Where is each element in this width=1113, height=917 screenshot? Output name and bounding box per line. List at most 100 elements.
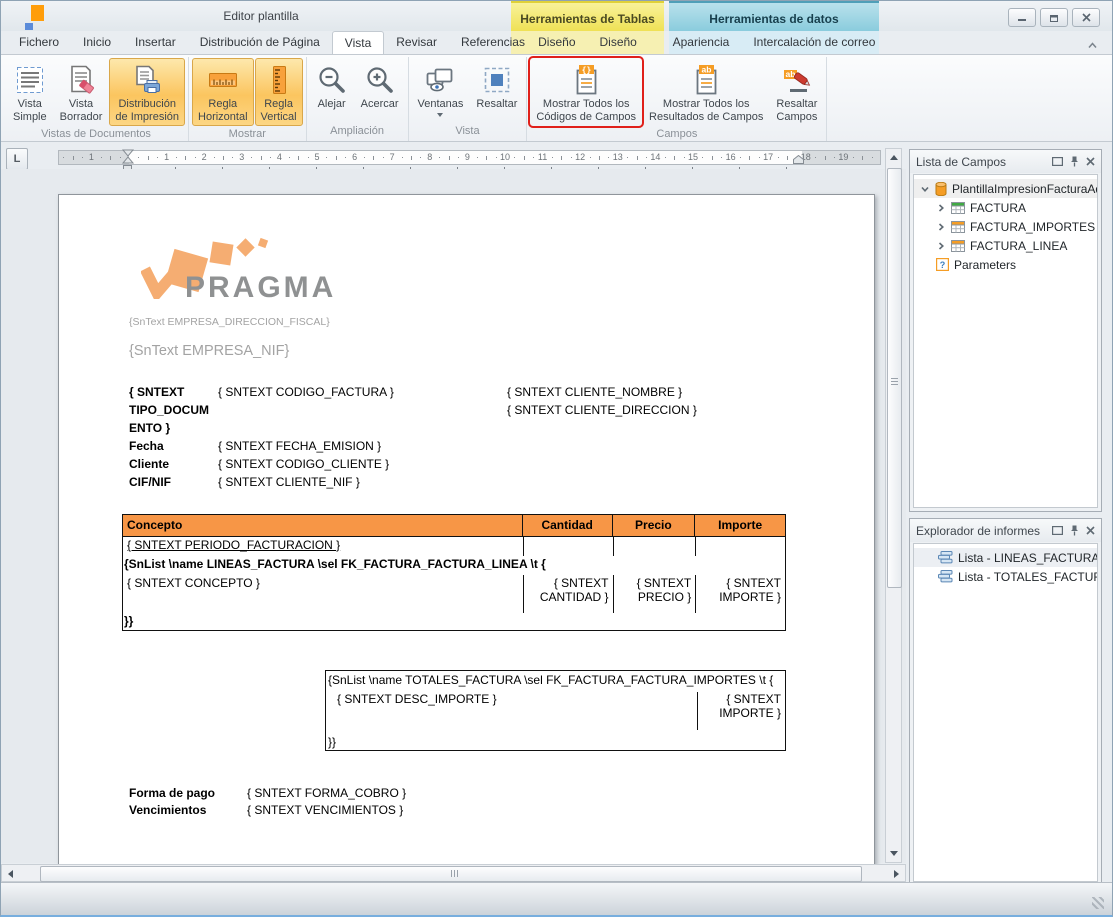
field-code-cantidad[interactable]: { SNTEXT CANTIDAD } [522, 575, 613, 613]
payment-block[interactable]: Forma de pago { SNTEXT FORMA_COBRO } Venci… [129, 785, 406, 819]
tree-item-root[interactable]: PlantillaImpresionFacturaAd... [914, 179, 1097, 198]
field-code-periodo[interactable]: { SNTEXT PERIODO_FACTURACION } [123, 537, 523, 556]
simple-view-icon [14, 62, 46, 97]
ribbon-button-regla-vertical[interactable]: Regla Vertical [254, 58, 303, 126]
field-code[interactable]: { SNTEXT CODIGO_FACTURA } [218, 383, 394, 401]
ribbon-button-resaltar-campos[interactable]: ab Resaltar Campos [770, 58, 823, 126]
field-code[interactable]: { SNTEXT CODIGO_CLIENTE } [218, 455, 394, 473]
tab-distribucion-de-pagina[interactable]: Distribución de Página [188, 31, 332, 54]
ribbon-button-distribucion-de-impresion[interactable]: Distribución de Impresión [109, 58, 186, 126]
field-code-precio[interactable]: { SNTEXT PRECIO } [612, 575, 696, 613]
tree-item-parameters[interactable]: ? Parameters [914, 255, 1097, 274]
ribbon-button-acercar[interactable]: Acercar [355, 58, 405, 120]
field-code-empresa-nif[interactable]: {SnText EMPRESA_NIF} [129, 343, 289, 359]
document-page[interactable]: PRAGMA {SnText EMPRESA_DIRECCION_FISCAL}… [58, 194, 875, 876]
scroll-up-arrow[interactable] [890, 155, 898, 160]
field-block-label[interactable]: CIF/NIF [129, 473, 209, 491]
tree-item-label: FACTURA_LINEA [970, 238, 1068, 253]
vertical-ruler-icon [263, 62, 295, 97]
ribbon-button-mostrar-todos-los-resultados-de-campos[interactable]: ab Mostrar Todos los Resultados de Campos [643, 58, 769, 126]
tab-insertar[interactable]: Insertar [123, 31, 188, 54]
ribbon-button-label: Vista Borrador [59, 98, 103, 123]
field-code[interactable]: { SNTEXT CLIENTE_NIF } [218, 473, 394, 491]
chevron-right-icon[interactable] [936, 203, 946, 213]
tab-diseno[interactable]: Diseño [588, 31, 649, 54]
tree-item-factura[interactable]: FACTURA [914, 198, 1097, 217]
field-code[interactable]: { SNTEXT CLIENTE_NOMBRE } [507, 383, 697, 401]
tab-revisar[interactable]: Revisar [384, 31, 449, 54]
tab-vista[interactable]: Vista [331, 31, 385, 54]
close-button[interactable] [1072, 8, 1100, 27]
field-code-concepto[interactable]: { SNTEXT CONCEPTO } [123, 575, 523, 613]
field-code-totales-open[interactable]: {SnList \name TOTALES_FACTURA \sel FK_FA… [326, 671, 785, 687]
resize-grip[interactable] [1092, 897, 1104, 909]
report-item-lista-totales-factura[interactable]: Lista - TOTALES_FACTURA [914, 567, 1097, 586]
field-block-client[interactable]: { SNTEXT CLIENTE_NOMBRE }{ SNTEXT CLIENT… [507, 383, 697, 419]
ribbon-button-regla-horizontal[interactable]: Regla Horizontal [192, 58, 254, 126]
right-indent-marker[interactable] [792, 155, 805, 165]
ribbon-button-resaltar[interactable]: Resaltar [470, 58, 523, 120]
field-code[interactable]: { SNTEXT VENCIMIENTOS } [247, 803, 403, 817]
field-code-desc-importe[interactable]: { SNTEXT DESC_IMPORTE } [337, 692, 497, 706]
report-item-lista-lineas-factura[interactable]: Lista - LINEAS_FACTURA [914, 548, 1097, 567]
pin-panel-button[interactable] [1070, 156, 1079, 167]
field-block-label[interactable]: ENTO } [129, 419, 209, 437]
ribbon-button-vista-borrador[interactable]: Vista Borrador [54, 58, 109, 126]
field-code-importe[interactable]: { SNTEXT IMPORTE } [695, 575, 785, 613]
tab-fichero[interactable]: Fichero [7, 31, 71, 54]
field-block-label[interactable]: TIPO_DOCUM [129, 401, 209, 419]
tab-inicio[interactable]: Inicio [71, 31, 123, 54]
ruler-tick [288, 157, 290, 158]
field-code-snlist-open[interactable]: {SnList \name LINEAS_FACTURA \sel FK_FAC… [123, 556, 785, 575]
window-title: Editor plantilla [223, 9, 299, 23]
chevron-right-icon[interactable] [936, 241, 946, 251]
tree-item-factura-importes[interactable]: FACTURA_IMPORTES [914, 217, 1097, 236]
horizontal-scrollbar[interactable] [1, 864, 906, 882]
close-panel-button[interactable] [1086, 526, 1095, 535]
pin-panel-button[interactable] [1070, 525, 1079, 536]
tab-stop-selector[interactable]: L [6, 148, 28, 170]
field-code-snlist-close[interactable]: }} [123, 613, 785, 630]
ruler-tick [420, 157, 422, 158]
field-block-label[interactable]: Fecha [129, 437, 209, 455]
zoom-out-icon [316, 62, 348, 97]
chevron-right-icon[interactable] [936, 222, 946, 232]
tab-apariencia[interactable]: Apariencia [661, 31, 742, 54]
vertical-scrollbar[interactable] [885, 148, 902, 863]
ribbon-button-ventanas[interactable]: Ventanas [412, 58, 470, 120]
tree-item-factura-linea[interactable]: FACTURA_LINEA [914, 236, 1097, 255]
field-code[interactable]: { SNTEXT CLIENTE_DIRECCION } [507, 401, 697, 419]
scroll-left-arrow[interactable] [8, 870, 13, 878]
minimize-button[interactable] [1008, 8, 1036, 27]
ribbon-button-alejar[interactable]: Alejar [310, 58, 354, 120]
field-code-empresa-direccion[interactable]: {SnText EMPRESA_DIRECCION_FISCAL} [129, 316, 330, 328]
invoice-lines-table[interactable]: Concepto Cantidad Precio Importe { SNTEX… [122, 514, 786, 631]
field-block-values[interactable]: { SNTEXT CODIGO_FACTURA } { SNTEXT FECHA… [218, 383, 394, 491]
field-block-label[interactable]: Cliente [129, 455, 209, 473]
maximize-panel-button[interactable] [1052, 157, 1063, 166]
ribbon-button-mostrar-todos-los-codigos-de-campos[interactable]: {} Mostrar Todos los Códigos de Campos [528, 56, 645, 128]
restore-button[interactable] [1040, 8, 1068, 27]
scroll-right-arrow[interactable] [894, 870, 899, 878]
payment-row[interactable]: Forma de pago { SNTEXT FORMA_COBRO } [129, 785, 406, 802]
field-code-total-importe[interactable]: { SNTEXT IMPORTE } [697, 692, 781, 720]
payment-row[interactable]: Vencimientos { SNTEXT VENCIMIENTOS } [129, 802, 406, 819]
field-code[interactable]: { SNTEXT FORMA_COBRO } [247, 786, 406, 800]
field-code[interactable]: { SNTEXT FECHA_EMISION } [218, 437, 394, 455]
tab-intercalacion-de-correo[interactable]: Intercalación de correo [741, 31, 887, 54]
maximize-panel-button[interactable] [1052, 526, 1063, 535]
indent-marker[interactable] [121, 149, 135, 165]
collapse-ribbon-button[interactable] [1087, 37, 1098, 55]
ribbon-button-vista-simple[interactable]: Vista Simple [7, 58, 53, 126]
close-panel-button[interactable] [1086, 157, 1095, 166]
ribbon-group-vista: Ventanas Resaltar Vista [409, 57, 528, 141]
totals-table[interactable]: {SnList \name TOTALES_FACTURA \sel FK_FA… [325, 670, 786, 751]
field-block-labels[interactable]: { SNTEXT TIPO_DOCUM ENTO } Fecha Cliente CIF/… [129, 383, 209, 491]
field-block-label[interactable]: { SNTEXT [129, 383, 209, 401]
field-code-totales-close[interactable]: }} [328, 735, 336, 749]
scroll-down-arrow[interactable] [890, 851, 898, 856]
vertical-scroll-thumb[interactable] [887, 168, 902, 588]
horizontal-scroll-thumb[interactable] [40, 866, 862, 882]
tab-referencias[interactable]: Referencias [449, 31, 537, 54]
chevron-down-icon[interactable] [920, 184, 930, 194]
